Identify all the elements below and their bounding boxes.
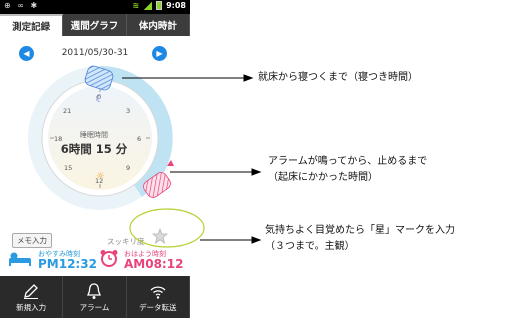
clock-number-6: 6 (137, 135, 142, 143)
annotation-1-text: 就床から寝つくまで（寝つき時間） (258, 72, 418, 83)
sleep-value: 6時間 15 分 (60, 142, 128, 156)
annotation-2-line1: アラームが鳴ってから、止めるまで (268, 156, 428, 167)
pencil-icon (24, 283, 39, 299)
alarm-clock-icon (100, 250, 118, 267)
annotation-3-line1: 気持ちよく目覚めたら「星」マークを入力 (265, 225, 455, 236)
bed-icon (9, 252, 31, 266)
arrow-left-icon: ◀ (23, 49, 30, 58)
annotation-sleep-onset: 就床から寝つくまで（寝つき時間） (258, 70, 418, 86)
new-entry-button[interactable]: 新規入力 (0, 276, 64, 318)
tab-body-clock[interactable]: 体内時計 (127, 14, 190, 36)
clock-number-0: 0 (97, 93, 102, 101)
arrow-1-head (243, 74, 254, 82)
clock-number-3: 3 (126, 107, 131, 115)
annotation-3-line2: （３つまで。主観） (265, 241, 355, 252)
wifi-icon: ≋ (132, 1, 140, 10)
tab-records[interactable]: 測定記録 (0, 14, 64, 36)
phone-screen: ⊕ ∞ ✱ ≋ 9:08 測定記録 週間グラフ 体内時計 ◀ 2011/05/3… (0, 0, 190, 318)
clock-number-15: 15 (64, 164, 73, 172)
next-date-button[interactable]: ▶ (152, 46, 167, 61)
prev-date-button[interactable]: ◀ (19, 46, 34, 61)
date-row: ◀ 2011/05/30-31 ▶ (0, 42, 190, 64)
status-bar: ⊕ ∞ ✱ ≋ 9:08 (0, 0, 190, 14)
date-range: 2011/05/30-31 (61, 48, 129, 58)
clock-number-9: 9 (126, 164, 131, 172)
alarm-button[interactable]: アラーム (63, 276, 127, 318)
bottom-bar: 新規入力 アラーム データ転送 (0, 276, 190, 318)
arrow-right-icon: ▶ (156, 49, 163, 58)
data-transfer-button[interactable]: データ転送 (127, 276, 190, 318)
memo-input-button[interactable]: メモ入力 (12, 233, 52, 248)
annotation-star: 気持ちよく目覚めたら「星」マークを入力 （３つまで。主観） (265, 223, 455, 255)
arrow-3-head (251, 236, 262, 244)
annotation-wake-up: アラームが鳴ってから、止めるまで （起床にかかった時間） (268, 154, 427, 186)
waketime-value[interactable]: AM08:12 (124, 257, 183, 271)
new-entry-label: 新規入力 (16, 302, 47, 312)
tab-bar: 測定記録 週間グラフ 体内時計 (0, 14, 190, 36)
data-transfer-label: データ転送 (139, 302, 177, 312)
sleep-label: 睡眠時間 (80, 131, 108, 139)
signal-icon (143, 1, 153, 10)
bell-icon (87, 282, 102, 299)
arrow-2-head (251, 168, 262, 176)
clock-number-12: 12 (95, 177, 104, 185)
wireless-icon (150, 285, 166, 299)
figure-root: ⊕ ∞ ✱ ≋ 9:08 測定記録 週間グラフ 体内時計 ◀ 2011/05/3… (0, 0, 520, 318)
clock-number-21: 21 (63, 107, 72, 115)
star-icon[interactable] (152, 228, 168, 244)
status-right: ≋ 9:08 (132, 1, 186, 10)
bedtime-value[interactable]: PM12:32 (38, 257, 97, 271)
battery-icon (156, 1, 163, 10)
sukkiri-label: スッキリ度 (107, 237, 145, 246)
annotation-2-line2: （起床にかかった時間） (268, 172, 378, 183)
alarm-label: アラーム (79, 302, 110, 312)
notification-icons: ⊕ ∞ ✱ (4, 1, 40, 10)
tab-weekly-graph[interactable]: 週間グラフ (63, 14, 127, 36)
clock-time: 9:08 (166, 1, 186, 10)
sleep-duration: 睡眠時間 6時間 15 分 (52, 130, 136, 157)
